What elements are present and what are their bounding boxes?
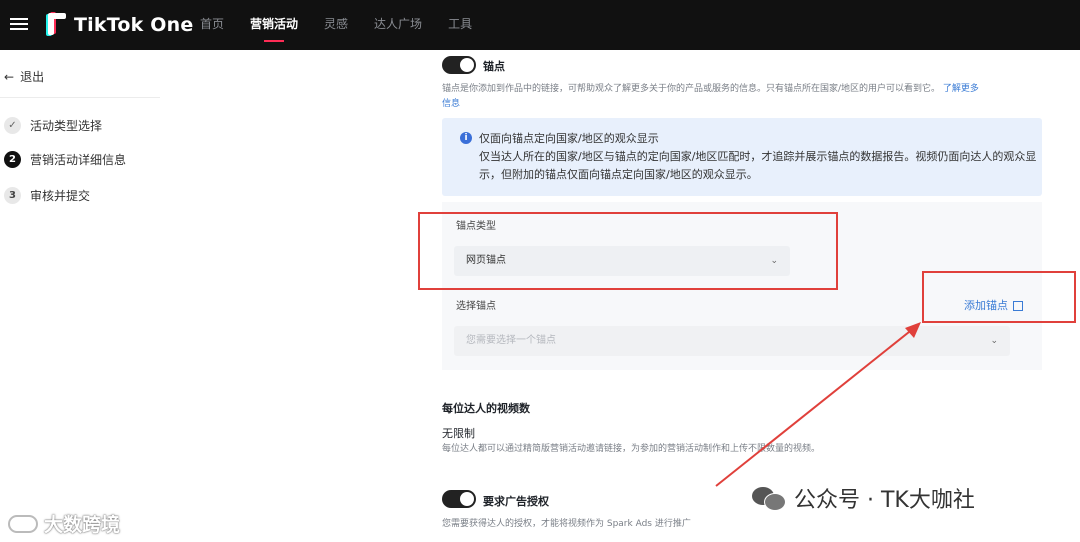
watermark-right-text: 公众号 · TK大咖社 xyxy=(794,488,975,513)
watermark-right: 公众号 · TK大咖社 xyxy=(752,482,975,514)
watermark-left: 大数跨境 xyxy=(8,510,120,537)
annotation-arrow xyxy=(715,322,921,487)
watermark-left-text: 大数跨境 xyxy=(44,514,121,536)
wechat-icon xyxy=(752,485,786,511)
watermark-logo-icon xyxy=(8,514,38,533)
